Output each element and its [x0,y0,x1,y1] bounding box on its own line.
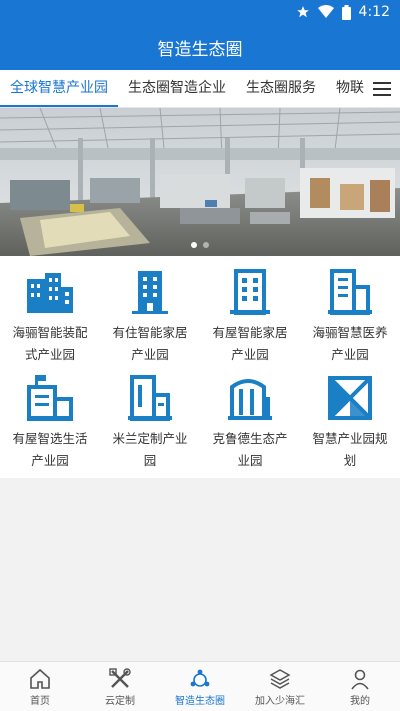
park-label: 有屋智选生活产业园 [12,431,88,468]
home-icon [30,668,50,689]
park-label: 有住智能家居产业园 [112,325,188,362]
tab-bar: 全球智慧产业园 生态圈智造企业 生态圈服务 物联 [0,70,400,108]
nav-label: 智造生态圈 [175,696,225,707]
tab-global-parks[interactable]: 全球智慧产业园 [0,70,118,107]
park-item[interactable]: 米兰定制产业园 [100,372,200,478]
nav-label: 云定制 [105,696,135,707]
tab-menu-button[interactable] [364,70,400,107]
nav-home[interactable]: 首页 [0,662,80,711]
nav-join[interactable]: 加入少海汇 [240,662,320,711]
flag-building-icon [23,372,77,424]
park-item[interactable]: 智慧产业园规划 [300,372,400,478]
park-item[interactable]: 海骊智慧医养产业园 [300,266,400,372]
park-item[interactable]: 有住智能家居产业园 [100,266,200,372]
park-item[interactable]: 有屋智能家居产业园 [200,266,300,372]
page-title: 智造生态圈 [157,39,243,60]
tools-icon [109,668,131,688]
star-icon [296,6,309,18]
battery-icon [341,4,351,20]
tower-icon [123,266,177,318]
factory-workshop-photo [0,108,400,256]
carousel-indicator [0,242,400,248]
park-label: 有屋智能家居产业园 [212,325,288,362]
carousel-dot[interactable] [203,242,209,248]
bottom-nav: 首页 云定制 智造生态圈 加入少海汇 我的 [0,661,400,711]
arched-building-icon [223,372,277,424]
nav-ecosystem[interactable]: 智造生态圈 [160,662,240,711]
office-building-icon [223,266,277,318]
app-bar: 智造生态圈 [0,24,400,70]
nav-label: 加入少海汇 [255,696,305,707]
tab-ecosystem-enterprises[interactable]: 生态圈智造企业 [118,70,236,107]
tab-ecosystem-services[interactable]: 生态圈服务 [236,70,326,107]
park-grid: 海骊智能装配式产业园 有住智能家居产业园 有屋智能家居产业园 海骊智慧医养产业园… [0,256,400,478]
nav-cloud-custom[interactable]: 云定制 [80,662,160,711]
nav-label: 首页 [30,696,50,707]
nav-profile[interactable]: 我的 [320,662,400,711]
park-label: 智慧产业园规划 [312,431,388,468]
carousel-dot-active[interactable] [191,242,197,248]
banner-carousel[interactable] [0,108,400,256]
park-label: 海骊智能装配式产业园 [12,325,88,362]
park-label: 海骊智慧医养产业园 [312,325,388,362]
wifi-icon [317,5,334,18]
blueprint-icon [323,372,377,424]
park-item[interactable]: 海骊智能装配式产业园 [0,266,100,372]
ecosystem-icon [190,669,210,687]
nav-label: 我的 [350,696,370,707]
clock: 4:12 [358,4,390,20]
park-item[interactable]: 有屋智选生活产业园 [0,372,100,478]
park-label: 克鲁德生态产业园 [212,431,288,468]
buildings-icon [23,266,77,318]
layers-icon [269,669,291,689]
park-item[interactable]: 克鲁德生态产业园 [200,372,300,478]
park-label: 米兰定制产业园 [112,431,188,468]
menu-icon [373,82,391,96]
hospital-building-icon [323,266,377,318]
user-icon [351,669,369,690]
apartment-icon [123,372,177,424]
status-bar: 4:12 [0,0,400,24]
